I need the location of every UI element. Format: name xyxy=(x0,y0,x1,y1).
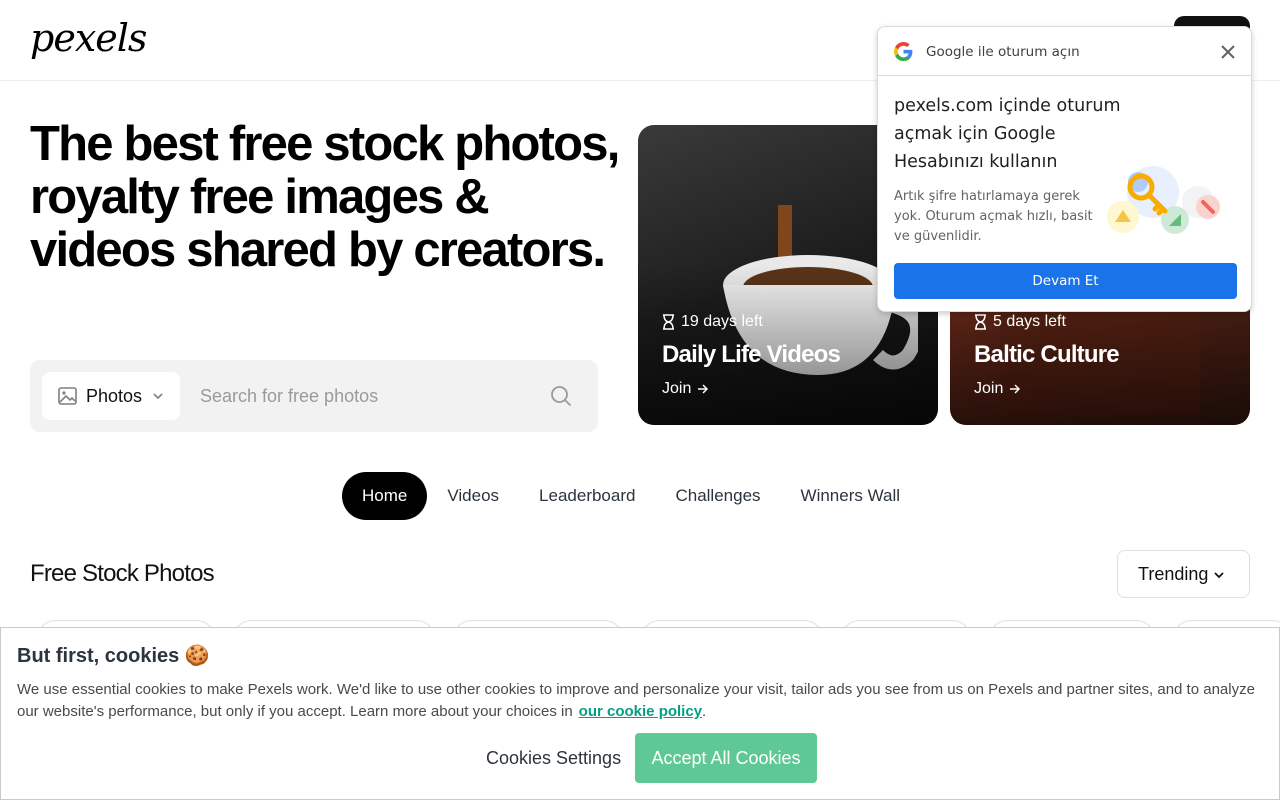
cookie-policy-link[interactable]: our cookie policy xyxy=(579,703,702,720)
search-icon[interactable] xyxy=(550,385,572,407)
sort-dropdown[interactable]: Trending xyxy=(1117,550,1250,598)
search-bar: Photos xyxy=(30,360,598,432)
chevron-down-icon xyxy=(1214,572,1224,579)
challenge-title: Daily Life Videos xyxy=(662,341,841,368)
key-illustration xyxy=(1107,166,1220,234)
join-label: Join xyxy=(662,380,692,397)
cookie-link-suffix: . xyxy=(702,703,707,720)
days-left: 19 days left xyxy=(662,312,763,332)
join-link[interactable]: Join xyxy=(974,379,1021,399)
days-left-text: 19 days left xyxy=(681,313,763,330)
hero-title: The best free stock photos, royalty free… xyxy=(30,117,620,277)
hourglass-icon xyxy=(663,314,674,330)
search-input[interactable] xyxy=(188,372,538,420)
image-icon xyxy=(58,387,77,405)
google-popup-header: Google ile oturum açın xyxy=(878,27,1251,76)
search-type-dropdown[interactable]: Photos xyxy=(42,372,180,420)
arrow-right-icon xyxy=(1010,384,1021,394)
challenge-title: Baltic Culture xyxy=(974,341,1120,368)
tab-challenges[interactable]: Challenges xyxy=(655,472,780,520)
google-popup-description: Artık şifre hatırlamaya gerek yok. Oturu… xyxy=(894,189,1093,244)
days-left: 5 days left xyxy=(974,312,1066,332)
google-signin-popup: Google ile oturum açın pexels.com içinde… xyxy=(877,26,1252,312)
tab-home[interactable]: Home xyxy=(342,472,428,520)
cookie-text: We use essential cookies to make Pexels … xyxy=(17,679,1267,723)
arrow-right-icon xyxy=(698,384,709,394)
join-label: Join xyxy=(974,380,1004,397)
cookies-settings-button[interactable]: Cookies Settings xyxy=(474,733,633,783)
days-left-text: 5 days left xyxy=(993,313,1066,330)
accept-all-cookies-button[interactable]: Accept All Cookies xyxy=(635,733,817,783)
cookie-banner: But first, cookies 🍪 We use essential co… xyxy=(0,627,1280,800)
nav-tabs: Home Videos Leaderboard Challenges Winne… xyxy=(342,472,920,520)
google-logo-icon xyxy=(894,42,913,61)
search-type-label: Photos xyxy=(86,386,143,406)
google-popup-header-text: Google ile oturum açın xyxy=(926,44,1080,60)
pexels-logo[interactable]: pexels xyxy=(30,16,147,60)
join-link[interactable]: Join xyxy=(662,379,709,399)
cookie-title: But first, cookies 🍪 xyxy=(17,645,210,667)
tab-leaderboard[interactable]: Leaderboard xyxy=(519,472,655,520)
close-icon[interactable] xyxy=(1219,43,1237,61)
tab-winners-wall[interactable]: Winners Wall xyxy=(781,472,921,520)
chevron-down-icon xyxy=(153,393,163,400)
section-title: Free Stock Photos xyxy=(30,560,215,587)
continue-button[interactable]: Devam Et xyxy=(894,263,1237,299)
hourglass-icon xyxy=(975,314,986,330)
tab-videos[interactable]: Videos xyxy=(427,472,519,520)
sort-label: Trending xyxy=(1138,563,1209,584)
